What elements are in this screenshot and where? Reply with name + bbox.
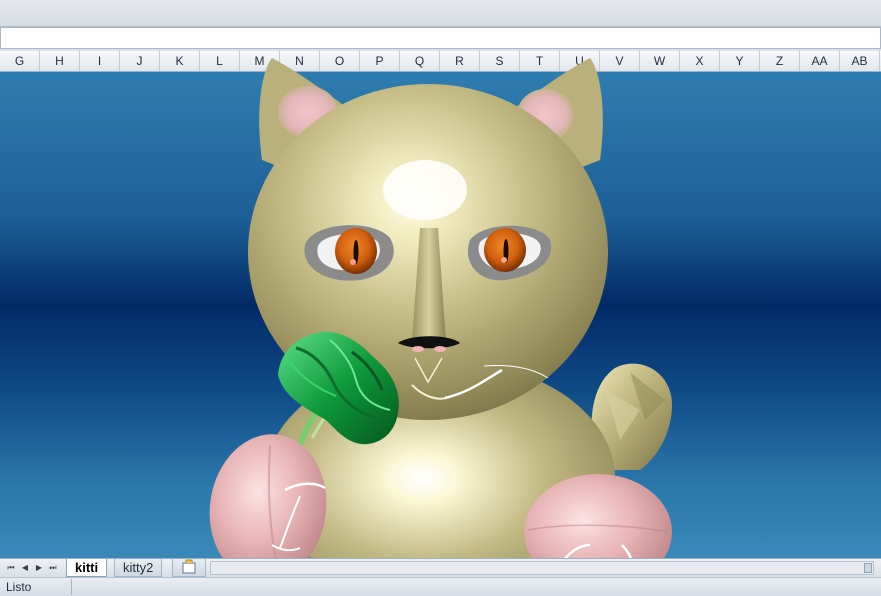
column-header-h[interactable]: H [40,51,80,71]
column-header-q[interactable]: Q [400,51,440,71]
column-header-y[interactable]: Y [720,51,760,71]
scrollbar-thumb[interactable] [864,563,872,573]
column-header-aa[interactable]: AA [800,51,840,71]
prev-sheet-icon[interactable]: ◀ [19,562,31,574]
column-header-v[interactable]: V [600,51,640,71]
column-header-w[interactable]: W [640,51,680,71]
status-text: Listo [6,580,32,594]
next-sheet-icon[interactable]: ▶ [33,562,45,574]
column-header-j[interactable]: J [120,51,160,71]
status-divider [71,579,72,595]
sheet-tab-bar: ⏮ ◀ ▶ ⏭ kitti kitty2 [0,558,881,578]
column-headers: G H I J K L M N O P Q R S T U V W X Y Z … [0,51,881,72]
column-header-s[interactable]: S [480,51,520,71]
sheet-tab-kitti[interactable]: kitti [66,559,108,577]
insert-sheet-button[interactable] [172,559,206,577]
column-header-z[interactable]: Z [760,51,800,71]
column-header-t[interactable]: T [520,51,560,71]
status-bar: Listo [0,577,881,596]
column-header-m[interactable]: M [240,51,280,71]
first-sheet-icon[interactable]: ⏮ [5,562,17,574]
insert-sheet-icon [182,559,196,574]
column-header-u[interactable]: U [560,51,600,71]
worksheet-area[interactable] [0,72,881,558]
column-header-n[interactable]: N [280,51,320,71]
last-sheet-icon[interactable]: ⏭ [47,562,59,574]
column-header-ab[interactable]: AB [840,51,880,71]
column-header-i[interactable]: I [80,51,120,71]
column-header-p[interactable]: P [360,51,400,71]
column-header-g[interactable]: G [0,51,40,71]
formula-bar[interactable] [0,27,881,49]
sheet-tab-kitty2[interactable]: kitty2 [114,559,163,577]
column-header-x[interactable]: X [680,51,720,71]
ribbon-strip [0,0,881,27]
column-header-o[interactable]: O [320,51,360,71]
column-header-r[interactable]: R [440,51,480,71]
horizontal-scrollbar[interactable] [210,561,874,575]
column-header-k[interactable]: K [160,51,200,71]
column-header-l[interactable]: L [200,51,240,71]
